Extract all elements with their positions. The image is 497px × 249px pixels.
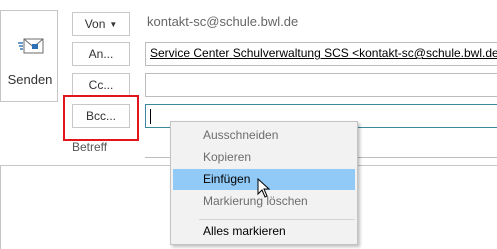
cc-button-label: Cc...: [88, 78, 114, 92]
from-address: kontakt-sc@schule.bwl.de: [147, 14, 299, 29]
send-envelope-icon: [18, 38, 44, 54]
chevron-down-icon: ▼: [109, 20, 118, 29]
menu-item-copy[interactable]: Kopieren: [173, 147, 355, 168]
bcc-button-label: Bcc...: [85, 109, 116, 123]
menu-item-select-all[interactable]: Alles markieren: [173, 221, 355, 242]
subject-label: Betreff: [72, 140, 108, 154]
to-button-label: An...: [88, 47, 114, 61]
text-caret: [150, 109, 151, 124]
menu-separator: [199, 219, 355, 220]
cc-field[interactable]: [145, 73, 497, 97]
send-label: Senden: [7, 72, 53, 87]
send-button[interactable]: Senden: [0, 10, 58, 102]
mail-compose-window: Senden Von ▼ kontakt-sc@schule.bwl.de An.…: [0, 0, 497, 249]
from-button-label: Von: [84, 17, 106, 31]
menu-item-cut[interactable]: Ausschneiden: [173, 125, 355, 146]
cc-button[interactable]: Cc...: [72, 73, 130, 97]
from-button[interactable]: Von ▼: [72, 12, 130, 36]
mouse-cursor-icon: [257, 178, 271, 198]
to-field[interactable]: Service Center Schulverwaltung SCS <kont…: [145, 42, 497, 66]
bcc-button[interactable]: Bcc...: [72, 104, 130, 128]
to-button[interactable]: An...: [72, 42, 130, 66]
to-recipient[interactable]: Service Center Schulverwaltung SCS <kont…: [150, 46, 497, 60]
